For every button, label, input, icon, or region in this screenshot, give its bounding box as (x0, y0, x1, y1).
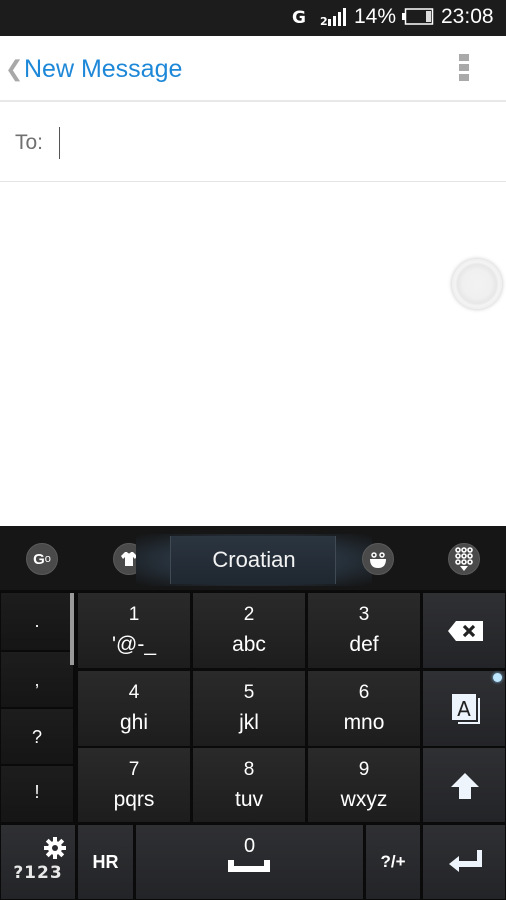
key-2[interactable]: 2 abc (192, 592, 306, 669)
svg-text:A: A (457, 697, 471, 721)
network-type: G (292, 8, 306, 28)
language-label: Croatian (212, 547, 296, 572)
delete-button[interactable] (422, 592, 506, 669)
punct-key-question[interactable]: ? (0, 708, 74, 765)
status-dot-indicator (493, 673, 502, 682)
language-code-label: HR (92, 852, 119, 872)
text-cursor (59, 127, 60, 159)
settings-gear-icon (44, 837, 66, 859)
key-number: 1 (128, 604, 140, 625)
punctuation-button[interactable]: ?/+ (365, 824, 421, 900)
punct-key-comma[interactable]: , (0, 651, 74, 708)
battery-percent: 14% (354, 5, 397, 28)
enter-button[interactable] (422, 824, 506, 900)
signal-icon: 2 (320, 8, 346, 26)
space-number: 0 (243, 835, 256, 857)
key-letters: mno (343, 711, 385, 734)
key-9[interactable]: 9 wxyz (307, 747, 421, 823)
svg-text:2: 2 (320, 15, 328, 26)
key-label: ! (34, 782, 40, 802)
overflow-menu-icon[interactable] (459, 54, 471, 84)
status-bar: G 2 14% 23:08 (0, 0, 506, 36)
key-label: ? (31, 727, 42, 747)
key-letters: def (349, 633, 379, 656)
key-7[interactable]: 7 pqrs (77, 747, 191, 823)
compose-area[interactable] (0, 182, 506, 526)
key-letters: wxyz (340, 788, 388, 811)
backspace-icon (448, 621, 483, 641)
key-letters: ghi (119, 711, 149, 734)
key-letters: pqrs (113, 788, 155, 811)
go-label: G (33, 550, 45, 568)
keyboard-toolbar: Go Croatian (0, 526, 506, 590)
punct-key-period[interactable]: . (0, 592, 74, 651)
key-letters: tuv (234, 788, 263, 811)
enter-icon (449, 850, 482, 872)
page-title[interactable]: New Message (24, 55, 182, 84)
key-number: 4 (128, 682, 140, 703)
punct-key-exclamation[interactable]: ! (0, 765, 74, 823)
shift-button[interactable] (422, 747, 506, 823)
keypad-grid-icon[interactable] (448, 543, 480, 575)
chevron-left-icon[interactable]: ❮ (5, 56, 23, 82)
key-4[interactable]: 4 ghi (77, 670, 191, 747)
action-bar: ❮ New Message (0, 36, 506, 102)
key-letters: jkl (239, 711, 259, 734)
space-bar[interactable]: 0 (135, 824, 364, 900)
to-label: To: (15, 131, 44, 154)
key-number: 6 (358, 682, 370, 703)
key-number: 5 (243, 682, 255, 703)
key-3[interactable]: 3 def (307, 592, 421, 669)
punctuation-scrollbar[interactable] (70, 593, 74, 665)
key-number: 2 (243, 604, 255, 625)
key-number: 9 (358, 759, 370, 780)
symbols-button[interactable]: ?123 (0, 824, 76, 900)
battery-icon (402, 8, 434, 25)
key-8[interactable]: 8 tuv (192, 747, 306, 823)
symbols-label: ?123 (13, 863, 63, 883)
smiley-icon[interactable] (362, 543, 394, 575)
key-letters: '@-_ (112, 633, 156, 656)
input-mode-button[interactable]: A (422, 670, 506, 747)
recipient-input[interactable] (58, 126, 498, 160)
key-number: 3 (358, 604, 370, 625)
go-sub-label: o (44, 553, 51, 565)
key-number: 7 (128, 759, 140, 780)
key-letters: abc (232, 633, 266, 656)
key-6[interactable]: 6 mno (307, 670, 421, 747)
language-code-button[interactable]: HR (77, 824, 134, 900)
key-number: 8 (243, 759, 255, 780)
key-5[interactable]: 5 jkl (192, 670, 306, 747)
recipient-row: To: (0, 102, 506, 182)
shift-arrow-icon (451, 773, 479, 799)
punctuation-label: ?/+ (380, 852, 406, 871)
text-mode-icon: A (452, 694, 480, 724)
space-icon (228, 860, 270, 872)
key-label: . (34, 611, 40, 631)
go-keyboard-icon[interactable]: Go (26, 543, 58, 575)
key-1[interactable]: 1 '@-_ (77, 592, 191, 669)
language-switcher[interactable]: Croatian (170, 536, 336, 584)
clock: 23:08 (441, 5, 494, 28)
key-label: , (34, 670, 40, 690)
assistive-touch-icon[interactable] (452, 259, 502, 309)
